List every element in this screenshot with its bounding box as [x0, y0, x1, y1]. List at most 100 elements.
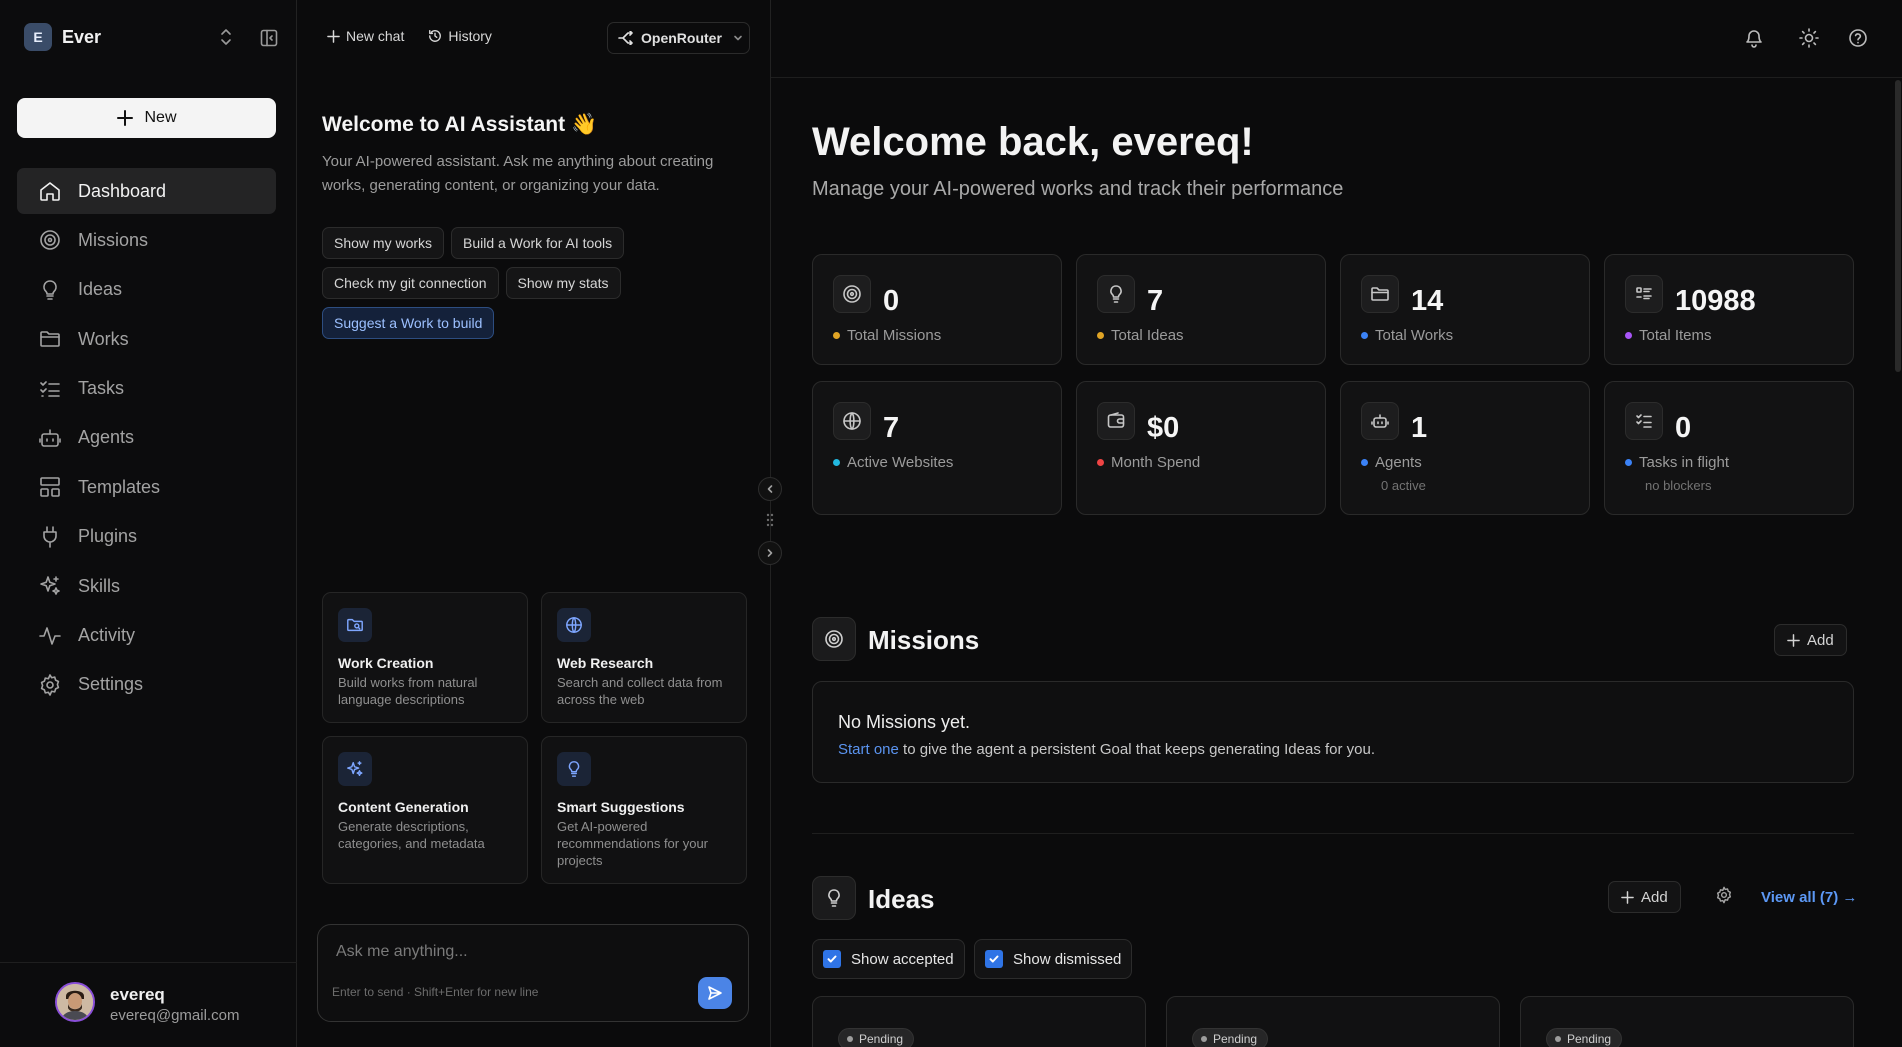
- stat-label-row: Agents: [1361, 454, 1422, 471]
- help-icon[interactable]: [1848, 28, 1868, 48]
- sidebar-nav: Dashboard Missions Ideas Works Tasks Age…: [17, 168, 276, 711]
- suggestion-chip[interactable]: Build a Work for AI tools: [451, 227, 625, 259]
- status-dot: [1361, 332, 1368, 339]
- section-title-missions: Missions: [868, 625, 980, 655]
- stat-sublabel: no blockers: [1645, 478, 1712, 493]
- add-mission-button[interactable]: Add: [1774, 624, 1847, 656]
- stat-label: Total Items: [1639, 327, 1712, 344]
- feature-card-smart-suggestions[interactable]: Smart Suggestions Get AI-powered recomme…: [541, 736, 747, 884]
- sidebar-item-label: Plugins: [78, 526, 138, 547]
- idea-card[interactable]: Pending: [1166, 996, 1500, 1047]
- send-button[interactable]: [698, 977, 732, 1009]
- sidebar-item-skills[interactable]: Skills: [17, 563, 276, 609]
- wallet-icon: [1097, 402, 1135, 440]
- checkbox-checked-icon[interactable]: [985, 950, 1003, 968]
- sidebar-item-settings[interactable]: Settings: [17, 662, 276, 708]
- feature-title: Content Generation: [338, 799, 469, 815]
- stat-value: 7: [883, 412, 900, 444]
- stat-label-row: Month Spend: [1097, 454, 1200, 471]
- sidebar-item-plugins[interactable]: Plugins: [17, 514, 276, 560]
- lightbulb-icon: [1097, 275, 1135, 313]
- sidebar-item-label: Tasks: [78, 378, 125, 399]
- feature-card-web-research[interactable]: Web Research Search and collect data fro…: [541, 592, 747, 723]
- suggestion-chip[interactable]: Show my works: [322, 227, 445, 259]
- dashboard-main: Welcome back, evereq! Manage your AI-pow…: [771, 78, 1902, 1047]
- feature-title: Work Creation: [338, 655, 434, 671]
- sidebar-item-label: Agents: [78, 427, 135, 448]
- status-dot: [1097, 332, 1104, 339]
- bot-icon: [38, 426, 62, 450]
- new-chat-label: New chat: [346, 28, 405, 44]
- start-mission-link[interactable]: Start one: [838, 741, 899, 758]
- chevrons-up-down-icon[interactable]: [218, 28, 234, 46]
- new-button[interactable]: New: [17, 98, 276, 138]
- new-chat-button[interactable]: New chat: [327, 28, 404, 44]
- suggestion-chip[interactable]: Check my git connection: [322, 267, 499, 299]
- sidebar-item-missions[interactable]: Missions: [17, 217, 276, 263]
- page-subtitle: Manage your AI-powered works and track t…: [812, 178, 1344, 200]
- status-badge: Pending: [838, 1028, 915, 1047]
- user-email: evereq@gmail.com: [110, 1007, 240, 1024]
- stat-card-works[interactable]: 14 Total Works: [1340, 254, 1590, 365]
- idea-card[interactable]: Pending: [1520, 996, 1854, 1047]
- history-label: History: [448, 28, 492, 44]
- add-idea-button[interactable]: Add: [1608, 881, 1681, 913]
- stat-value: 14: [1411, 285, 1444, 317]
- bell-icon[interactable]: [1745, 28, 1763, 48]
- sidebar-item-templates[interactable]: Templates: [17, 464, 276, 510]
- show-accepted-toggle[interactable]: Show accepted: [812, 939, 965, 979]
- stat-card-agents[interactable]: 1 Agents 0 active: [1340, 381, 1590, 515]
- sidebar-item-dashboard[interactable]: Dashboard: [17, 168, 276, 214]
- status-badge: Pending: [1192, 1028, 1269, 1047]
- stat-card-spend[interactable]: $0 Month Spend: [1076, 381, 1326, 515]
- history-button[interactable]: History: [428, 28, 492, 44]
- chat-input[interactable]: Ask me anything... Enter to send · Shift…: [317, 924, 749, 1022]
- user-profile[interactable]: evereq evereq@gmail.com: [0, 962, 297, 1047]
- sidebar-item-agents[interactable]: Agents: [17, 415, 276, 461]
- globe-icon: [833, 402, 871, 440]
- page-title: Welcome back, evereq!: [812, 120, 1254, 164]
- folder-icon: [38, 327, 62, 351]
- stat-label: Agents: [1375, 454, 1422, 471]
- stat-value: $0: [1147, 412, 1180, 444]
- stat-card-websites[interactable]: 7 Active Websites: [812, 381, 1062, 515]
- folder-search-icon: [338, 608, 372, 642]
- activity-icon: [38, 624, 62, 648]
- feature-card-content-generation[interactable]: Content Generation Generate descriptions…: [322, 736, 528, 884]
- workspace-switcher[interactable]: E Ever: [24, 20, 280, 54]
- stat-card-items[interactable]: 10988 Total Items: [1604, 254, 1854, 365]
- sidebar-item-label: Dashboard: [78, 180, 167, 201]
- suggestion-chip[interactable]: Show my stats: [505, 267, 621, 299]
- sidebar-item-activity[interactable]: Activity: [17, 613, 276, 659]
- feature-card-work-creation[interactable]: Work Creation Build works from natural l…: [322, 592, 528, 723]
- view-all-ideas-link[interactable]: View all (7) →: [1761, 889, 1857, 906]
- idea-card[interactable]: Pending: [812, 996, 1146, 1047]
- sidebar-item-ideas[interactable]: Ideas: [17, 267, 276, 313]
- stat-label-row: Active Websites: [833, 454, 953, 471]
- sidebar-item-works[interactable]: Works: [17, 316, 276, 362]
- sidebar-item-tasks[interactable]: Tasks: [17, 366, 276, 412]
- sidebar: E Ever New Dashboard Missions Ideas Work: [0, 0, 297, 1047]
- send-icon: [707, 985, 723, 1001]
- stat-label-row: Total Items: [1625, 327, 1712, 344]
- openrouter-icon: [618, 31, 634, 45]
- target-icon: [833, 275, 871, 313]
- status-dot: [833, 459, 840, 466]
- empty-state-description: Start one to give the agent a persistent…: [838, 741, 1375, 758]
- avatar: [55, 982, 95, 1022]
- sidebar-item-label: Activity: [78, 625, 136, 646]
- stat-card-tasks[interactable]: 0 Tasks in flight no blockers: [1604, 381, 1854, 515]
- provider-select[interactable]: OpenRouter: [607, 22, 750, 54]
- sidebar-item-label: Missions: [78, 229, 149, 250]
- stat-card-ideas[interactable]: 7 Total Ideas: [1076, 254, 1326, 365]
- stat-card-missions[interactable]: 0 Total Missions: [812, 254, 1062, 365]
- checkbox-checked-icon[interactable]: [823, 950, 841, 968]
- suggestion-chip-highlighted[interactable]: Suggest a Work to build: [322, 307, 495, 339]
- target-icon: [812, 617, 856, 661]
- sun-icon[interactable]: [1799, 28, 1819, 48]
- show-dismissed-toggle[interactable]: Show dismissed: [974, 939, 1133, 979]
- gear-icon[interactable]: [1715, 886, 1733, 904]
- sidebar-item-label: Ideas: [78, 279, 123, 300]
- plus-icon: [1787, 633, 1800, 647]
- sidebar-collapse-icon[interactable]: [260, 29, 278, 47]
